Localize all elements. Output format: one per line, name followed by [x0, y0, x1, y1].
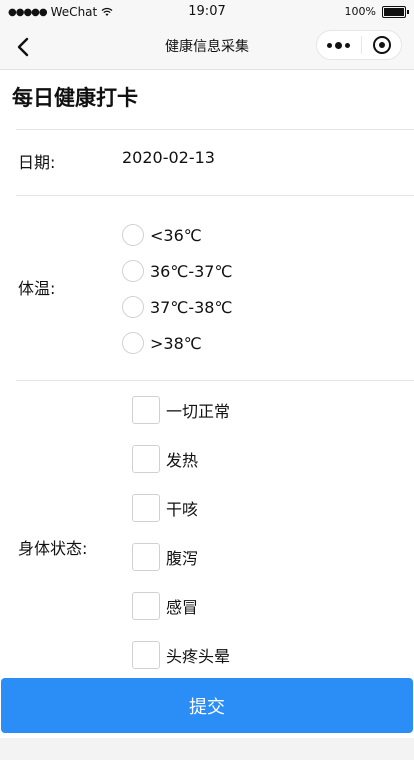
- condition-option[interactable]: 发热: [132, 445, 198, 473]
- status-bar: ●●●●● WeChat 19:07 100%: [0, 0, 414, 24]
- more-icon[interactable]: [327, 41, 350, 49]
- divider: [16, 129, 414, 130]
- radio-label: >38℃: [150, 333, 202, 353]
- radio-button[interactable]: [122, 224, 144, 246]
- nav-bar: 健康信息采集: [0, 24, 414, 70]
- checkbox[interactable]: [132, 592, 160, 620]
- checkbox[interactable]: [132, 543, 160, 571]
- status-right: 100%: [344, 5, 409, 18]
- date-label: 日期:: [18, 153, 56, 172]
- checkbox-label: 头疼头晕: [166, 647, 231, 666]
- condition-option[interactable]: 头疼头晕: [132, 641, 230, 669]
- checkbox-label: 一切正常: [166, 402, 231, 421]
- close-miniprogram-icon[interactable]: [373, 36, 391, 54]
- battery-percent: 100%: [344, 5, 376, 18]
- checkbox[interactable]: [132, 641, 160, 669]
- radio-button[interactable]: [122, 260, 144, 282]
- condition-option[interactable]: 干咳: [132, 494, 198, 522]
- radio-label: 36℃-37℃: [150, 261, 233, 281]
- battery-icon: [382, 5, 409, 18]
- temperature-option[interactable]: >38℃: [122, 331, 202, 355]
- temperature-option[interactable]: <36℃: [122, 223, 202, 247]
- checkbox[interactable]: [132, 494, 160, 522]
- checkbox-label: 干咳: [166, 500, 199, 519]
- radio-label: <36℃: [150, 225, 202, 245]
- capsule-divider: [361, 36, 362, 54]
- checkbox[interactable]: [132, 396, 160, 424]
- condition-option[interactable]: 感冒: [132, 592, 198, 620]
- temperature-option[interactable]: 36℃-37℃: [122, 259, 232, 283]
- condition-option[interactable]: 一切正常: [132, 396, 230, 424]
- radio-label: 37℃-38℃: [150, 297, 233, 317]
- temperature-option[interactable]: 37℃-38℃: [122, 295, 232, 319]
- checkbox-label: 腹泻: [166, 549, 199, 568]
- date-value[interactable]: 2020-02-13: [122, 148, 215, 167]
- checkbox-label: 感冒: [166, 598, 199, 617]
- divider: [16, 195, 414, 196]
- checkbox[interactable]: [132, 445, 160, 473]
- temperature-label: 体温:: [18, 279, 56, 298]
- submit-button[interactable]: 提交: [1, 678, 413, 733]
- divider: [16, 380, 414, 381]
- page-title: 每日健康打卡: [12, 86, 138, 110]
- radio-button[interactable]: [122, 296, 144, 318]
- condition-label: 身体状态:: [18, 539, 88, 558]
- radio-button[interactable]: [122, 332, 144, 354]
- capsule-menu: [316, 30, 402, 60]
- checkbox-label: 发热: [166, 451, 199, 470]
- condition-option[interactable]: 腹泻: [132, 543, 198, 571]
- bottom-strip: [0, 738, 414, 760]
